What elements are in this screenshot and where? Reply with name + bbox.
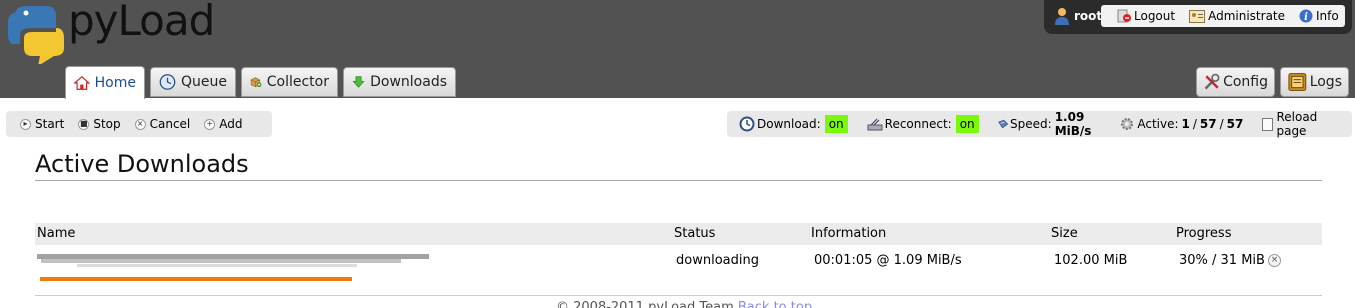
tab-collector-label: Collector [266, 74, 329, 90]
speed-icon [997, 119, 1008, 129]
column-header-size: Size [1051, 226, 1078, 241]
reload-label: Reload page [1276, 110, 1318, 138]
download-toggle[interactable]: Download: on [739, 115, 848, 133]
tab-downloads-label: Downloads [370, 74, 447, 90]
active-total: 57 [1226, 117, 1244, 131]
back-to-top-link[interactable]: Back to top [738, 300, 812, 308]
user-icon [1055, 8, 1069, 25]
speed-label: Speed: [1010, 117, 1052, 131]
column-header-status: Status [674, 226, 716, 241]
tab-home-label: Home [94, 75, 136, 91]
copyright-text: © 2008-2011 pyLoad Team [556, 300, 734, 308]
reconnect-icon [867, 118, 883, 131]
reconnect-status-label: Reconnect: [884, 117, 952, 131]
row-information: 00:01:05 @ 1.09 MiB/s [814, 253, 962, 268]
user-bar: root Logout Administrate i Info [1044, 0, 1352, 34]
add-button[interactable]: + Add [204, 117, 243, 131]
row-size: 102.00 MiB [1054, 253, 1128, 268]
cancel-button[interactable]: × Cancel [134, 117, 191, 131]
cancel-icon: × [134, 118, 146, 130]
config-button[interactable]: Config [1196, 67, 1275, 97]
package-add-icon [250, 77, 262, 88]
stop-icon: ■ [78, 118, 90, 130]
info-link[interactable]: i Info [1299, 9, 1339, 23]
plus-icon: + [204, 118, 216, 130]
status-bar: Download: on Reconnect: on Speed: 1.09 M… [727, 110, 1352, 138]
app-name: pyLoad [68, 0, 215, 45]
tools-icon [1204, 73, 1220, 90]
footer-divider [35, 295, 1322, 296]
reconnect-toggle[interactable]: Reconnect: on [867, 115, 979, 133]
clock-icon [739, 116, 755, 132]
footer: © 2008-2011 pyLoad Team Back to top [556, 300, 812, 308]
config-label: Config [1223, 74, 1268, 90]
active-sep-2: / [1219, 117, 1224, 131]
table-header: Name Status Information Size Progress [35, 223, 1322, 245]
logout-link[interactable]: Logout [1117, 9, 1175, 23]
current-user: root [1054, 7, 1102, 25]
stop-label: Stop [93, 117, 121, 131]
user-links: Logout Administrate i Info [1101, 5, 1345, 27]
administrate-link[interactable]: Administrate [1189, 9, 1285, 23]
administrate-label: Administrate [1208, 9, 1286, 23]
reload-page-button[interactable]: Reload page [1262, 110, 1333, 138]
speed-indicator: Speed: 1.09 MiB/s [997, 110, 1101, 138]
info-icon: i [1299, 9, 1313, 23]
speed-value: 1.09 MiB/s [1054, 110, 1092, 138]
reconnect-status-badge: on [955, 115, 979, 133]
tab-collector[interactable]: Collector [241, 67, 338, 97]
active-indicator: Active: 1 / 57 / 57 [1119, 116, 1243, 132]
column-header-information: Information [811, 226, 887, 241]
redacted-file-name [37, 254, 429, 267]
tab-queue-label: Queue [181, 74, 227, 90]
download-arrow-icon [352, 76, 365, 88]
play-icon: ▸ [20, 118, 31, 130]
row-status: downloading [676, 253, 759, 268]
pyload-logo-icon[interactable] [6, 4, 66, 64]
active-current: 1 [1181, 117, 1190, 131]
download-status-label: Download: [757, 117, 821, 131]
logs-button[interactable]: Logs [1280, 67, 1349, 97]
logs-icon [1288, 73, 1307, 91]
clock-icon [159, 74, 176, 90]
header: pyLoad root Logout Administrate i Info H… [0, 0, 1355, 99]
gear-icon [1121, 118, 1134, 130]
tab-queue[interactable]: Queue [150, 67, 236, 97]
tab-downloads[interactable]: Downloads [343, 67, 456, 97]
logs-label: Logs [1309, 74, 1342, 90]
progress-bar [40, 277, 352, 281]
title-divider [35, 180, 1322, 181]
stop-button[interactable]: ■ Stop [78, 117, 121, 131]
info-label: Info [1316, 9, 1339, 23]
administrate-icon [1189, 9, 1206, 23]
active-queued: 57 [1199, 117, 1217, 131]
start-button[interactable]: ▸ Start [20, 117, 64, 131]
abort-download-icon[interactable]: × [1268, 254, 1281, 267]
logout-icon [1117, 9, 1131, 23]
logout-label: Logout [1134, 9, 1176, 23]
active-label: Active: [1137, 117, 1179, 131]
reload-icon [1262, 117, 1274, 131]
start-label: Start [35, 117, 65, 131]
column-header-progress: Progress [1176, 226, 1232, 241]
page-title: Active Downloads [35, 150, 249, 178]
svg-text:i: i [1304, 12, 1308, 23]
active-sep-1: / [1192, 117, 1197, 131]
cancel-label: Cancel [149, 117, 191, 131]
tab-home[interactable]: Home [65, 66, 145, 99]
row-progress-text: 30% / 31 MiB [1179, 253, 1265, 268]
action-toolbar: ▸ Start ■ Stop × Cancel + Add [6, 111, 272, 137]
add-label: Add [219, 117, 243, 131]
download-status-badge: on [824, 115, 848, 133]
table-row: downloading 00:01:05 @ 1.09 MiB/s 102.00… [35, 246, 1322, 284]
column-header-name: Name [37, 226, 76, 241]
home-icon [74, 75, 90, 90]
username: root [1074, 9, 1103, 23]
